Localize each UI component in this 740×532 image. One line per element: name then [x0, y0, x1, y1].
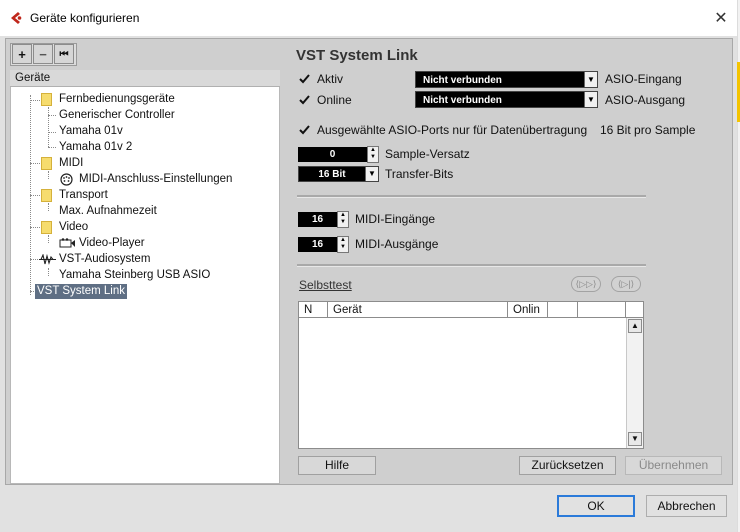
- table-scrollbar[interactable]: ▲ ▼: [626, 318, 643, 448]
- asio-ports-checkbox[interactable]: [298, 123, 311, 136]
- selftest-step-button[interactable]: ⟨▷|⟩: [611, 276, 641, 292]
- midi-inputs-field[interactable]: 16: [298, 212, 337, 227]
- skip-forward-icon: ⟨▷|⟩: [617, 279, 635, 289]
- divider: [297, 264, 646, 267]
- column-header-spacer: [626, 302, 643, 318]
- folder-icon: [41, 157, 52, 170]
- column-header-online[interactable]: Onlin: [508, 302, 548, 318]
- midi-inputs-stepper[interactable]: ▲ ▼: [337, 211, 349, 228]
- folder-icon: [41, 93, 52, 106]
- aktiv-label: Aktiv: [317, 72, 344, 86]
- tree-item-video[interactable]: Video: [59, 220, 88, 235]
- tree-item-max-recording-time[interactable]: Max. Aufnahmezeit: [59, 204, 157, 219]
- column-header-extra-2[interactable]: [578, 302, 626, 318]
- midi-port-icon: [60, 173, 73, 186]
- tree-item-midi[interactable]: MIDI: [59, 156, 83, 171]
- asio-input-select[interactable]: Nicht verbunden ▼: [415, 71, 598, 88]
- transfer-bits-select[interactable]: 16 Bit ▼: [298, 166, 379, 182]
- chevron-down-icon: ▼: [584, 92, 597, 107]
- plus-icon: +: [18, 46, 26, 62]
- minus-icon: −: [39, 46, 47, 62]
- help-button[interactable]: Hilfe: [298, 456, 376, 475]
- selftest-run-button[interactable]: ⟨▷▷⟩: [571, 276, 601, 292]
- tree-connector: [48, 203, 49, 211]
- apply-button[interactable]: Übernehmen: [625, 456, 722, 475]
- tree-item-vst-system-link[interactable]: VST System Link: [35, 284, 127, 299]
- chevron-down-icon: ▼: [584, 72, 597, 87]
- tree-item-midi-port-settings[interactable]: MIDI-Anschluss-Einstellungen: [79, 172, 232, 187]
- column-header-geraet[interactable]: Gerät: [328, 302, 508, 318]
- midi-outputs-stepper[interactable]: ▲ ▼: [337, 236, 349, 253]
- window-title: Geräte konfigurieren: [30, 11, 140, 25]
- asio-output-select[interactable]: Nicht verbunden ▼: [415, 91, 598, 108]
- folder-icon: [41, 221, 52, 234]
- asio-input-value: Nicht verbunden: [423, 75, 502, 86]
- tree-item-video-player[interactable]: Video-Player: [79, 236, 145, 251]
- asio-ports-label: Ausgewählte ASIO-Ports nur für Datenüber…: [317, 123, 588, 137]
- tree-connector: [30, 163, 40, 164]
- close-icon: ✕: [714, 10, 728, 27]
- tree-item-remote-devices[interactable]: Fernbedienungsgeräte: [59, 92, 175, 107]
- asio-input-label: ASIO-Eingang: [605, 72, 682, 86]
- tree-connector: [30, 195, 40, 196]
- close-button[interactable]: ✕: [704, 4, 738, 32]
- tree-item-generic-controller[interactable]: Generischer Controller: [59, 108, 175, 123]
- midi-outputs-field[interactable]: 16: [298, 237, 337, 252]
- tree-connector: [48, 132, 56, 133]
- transfer-bits-label: Transfer-Bits: [385, 167, 454, 181]
- online-label: Online: [317, 93, 352, 107]
- skip-back-icon: ⏮: [59, 48, 69, 60]
- tree-connector: [48, 268, 49, 276]
- sample-offset-label: Sample-Versatz: [385, 147, 470, 161]
- scroll-up-icon[interactable]: ▲: [628, 319, 642, 333]
- fast-forward-icon: ⟨▷▷⟩: [575, 279, 597, 289]
- tree-connector: [48, 115, 56, 116]
- asio-output-label: ASIO-Ausgang: [605, 93, 686, 107]
- aktiv-checkbox[interactable]: [298, 72, 311, 85]
- tree-connector: [48, 171, 49, 179]
- tree-item-vst-audio-system[interactable]: VST-Audiosystem: [59, 252, 150, 267]
- sample-offset-stepper[interactable]: ▲ ▼: [367, 146, 379, 163]
- reset-button[interactable]: Zurücksetzen: [519, 456, 616, 475]
- chevron-down-icon: ▼: [365, 167, 378, 181]
- tree-connector: [30, 100, 40, 101]
- tree-connector: [48, 235, 49, 243]
- device-table[interactable]: N Gerät Onlin ▲ ▼: [298, 301, 644, 449]
- tree-connector: [48, 107, 49, 147]
- audio-system-icon: [39, 254, 56, 265]
- scroll-down-icon[interactable]: ▼: [628, 432, 642, 446]
- tree-item-transport[interactable]: Transport: [59, 188, 108, 203]
- midi-inputs-label: MIDI-Eingänge: [355, 212, 436, 226]
- section-title: VST System Link: [296, 47, 418, 64]
- tree-connector: [30, 227, 40, 228]
- ok-button[interactable]: OK: [557, 495, 635, 517]
- asio-output-value: Nicht verbunden: [423, 95, 502, 106]
- remove-device-button[interactable]: −: [33, 44, 53, 64]
- column-header-extra-1[interactable]: [548, 302, 578, 318]
- bit-info-text: 16 Bit pro Sample: [600, 123, 696, 137]
- tree-item-yamaha-01v[interactable]: Yamaha 01v: [59, 124, 123, 139]
- tree-connector: [48, 147, 56, 148]
- sample-offset-field[interactable]: 0: [298, 147, 367, 162]
- folder-icon: [41, 189, 52, 202]
- reset-device-button[interactable]: ⏮: [54, 44, 74, 64]
- cancel-button[interactable]: Abbrechen: [646, 495, 727, 517]
- selftest-link[interactable]: Selbsttest: [299, 278, 352, 292]
- transfer-bits-value: 16 Bit: [318, 169, 346, 180]
- tree-item-yamaha-steinberg-usb-asio[interactable]: Yamaha Steinberg USB ASIO: [59, 268, 210, 283]
- online-checkbox[interactable]: [298, 93, 311, 106]
- midi-outputs-label: MIDI-Ausgänge: [355, 237, 439, 251]
- app-icon: [11, 12, 22, 24]
- device-tree[interactable]: Fernbedienungsgeräte Generischer Control…: [10, 87, 280, 484]
- add-device-button[interactable]: +: [12, 44, 32, 64]
- column-header-n[interactable]: N: [299, 302, 328, 318]
- tree-item-yamaha-01v-2[interactable]: Yamaha 01v 2: [59, 140, 132, 155]
- video-player-icon: [59, 238, 75, 248]
- tree-header: Geräte: [10, 70, 280, 87]
- divider: [297, 195, 646, 198]
